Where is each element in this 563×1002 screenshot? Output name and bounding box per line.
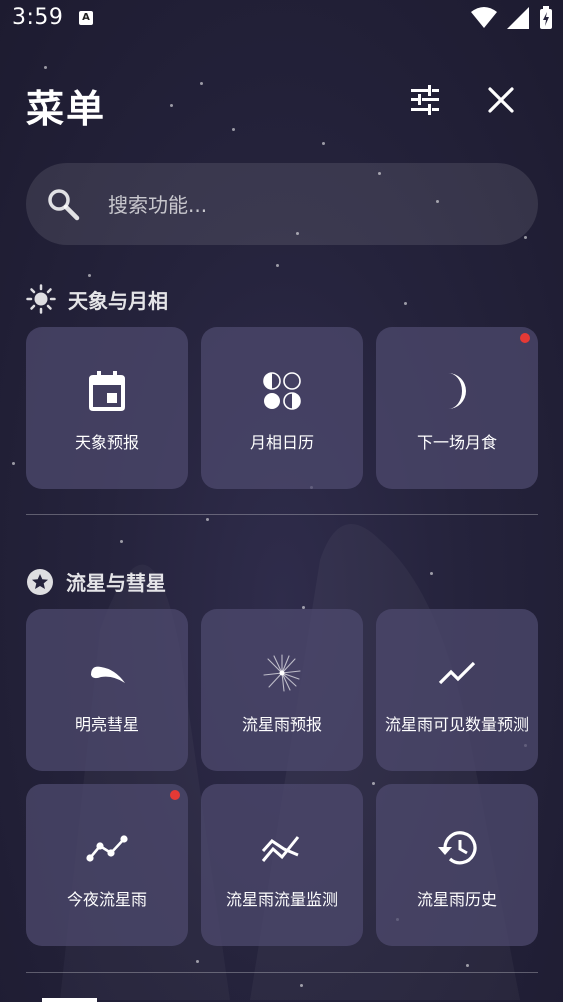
card-label: 流星雨预报 bbox=[241, 715, 322, 734]
card-next-lunar-eclipse[interactable]: 下一场月食 bbox=[376, 327, 538, 489]
section-header-celestial: 天象与月相 bbox=[26, 284, 168, 314]
sun-icon bbox=[26, 284, 56, 314]
status-time: 3:59 bbox=[12, 5, 64, 30]
card-label: 下一场月食 bbox=[416, 433, 497, 452]
search-input[interactable] bbox=[106, 183, 510, 227]
history-icon bbox=[438, 831, 477, 865]
battery-icon bbox=[540, 6, 552, 29]
notification-badge bbox=[170, 790, 180, 800]
trending-up-icon bbox=[438, 661, 476, 685]
card-moon-calendar[interactable]: 月相日历 bbox=[201, 327, 363, 489]
card-label: 流星雨历史 bbox=[416, 890, 497, 909]
card-meteor-visibility-prediction[interactable]: 流星雨可见数量预测 bbox=[376, 609, 538, 771]
card-label: 月相日历 bbox=[249, 433, 314, 452]
star-circle-icon bbox=[27, 568, 53, 595]
notification-badge bbox=[520, 333, 530, 343]
tune-icon bbox=[411, 85, 439, 115]
wifi-icon bbox=[471, 7, 497, 28]
status-bar: 3:59 A bbox=[0, 0, 563, 38]
crescent-moon-icon bbox=[448, 373, 466, 409]
signal-icon bbox=[507, 7, 529, 29]
calendar-icon bbox=[89, 371, 125, 411]
card-celestial-forecast[interactable]: 天象预报 bbox=[26, 327, 188, 489]
meteor-burst-icon bbox=[263, 654, 301, 692]
card-label: 明亮彗星 bbox=[74, 715, 139, 734]
moon-phases-icon bbox=[263, 372, 301, 410]
card-label: 流星雨流量监测 bbox=[225, 890, 338, 909]
comet-icon bbox=[91, 666, 125, 683]
section-title: 流星与彗星 bbox=[66, 571, 166, 595]
close-button[interactable] bbox=[485, 84, 517, 116]
section-title: 天象与月相 bbox=[68, 288, 168, 313]
card-label: 流星雨可见数量预测 bbox=[384, 715, 529, 734]
card-label: 今夜流星雨 bbox=[66, 890, 147, 909]
search-icon bbox=[48, 189, 80, 221]
card-meteor-shower-forecast[interactable]: 流星雨预报 bbox=[201, 609, 363, 771]
card-meteor-flux-monitor[interactable]: 流星雨流量监测 bbox=[201, 784, 363, 946]
navigation-handle bbox=[42, 998, 97, 1002]
page-title: 菜单 bbox=[26, 87, 107, 131]
section-divider bbox=[26, 514, 538, 515]
card-label: 天象预报 bbox=[74, 433, 139, 452]
section-divider bbox=[26, 972, 538, 973]
notification-icon: A bbox=[79, 11, 93, 25]
close-icon bbox=[488, 87, 514, 113]
timeline-icon bbox=[86, 835, 128, 862]
card-bright-comets[interactable]: 明亮彗星 bbox=[26, 609, 188, 771]
multiline-chart-icon bbox=[261, 836, 300, 862]
section-header-meteors: 流星与彗星 bbox=[26, 567, 166, 596]
card-meteor-history[interactable]: 流星雨历史 bbox=[376, 784, 538, 946]
search-bar[interactable] bbox=[26, 163, 538, 245]
card-tonight-meteors[interactable]: 今夜流星雨 bbox=[26, 784, 188, 946]
filter-settings-button[interactable] bbox=[407, 84, 443, 116]
